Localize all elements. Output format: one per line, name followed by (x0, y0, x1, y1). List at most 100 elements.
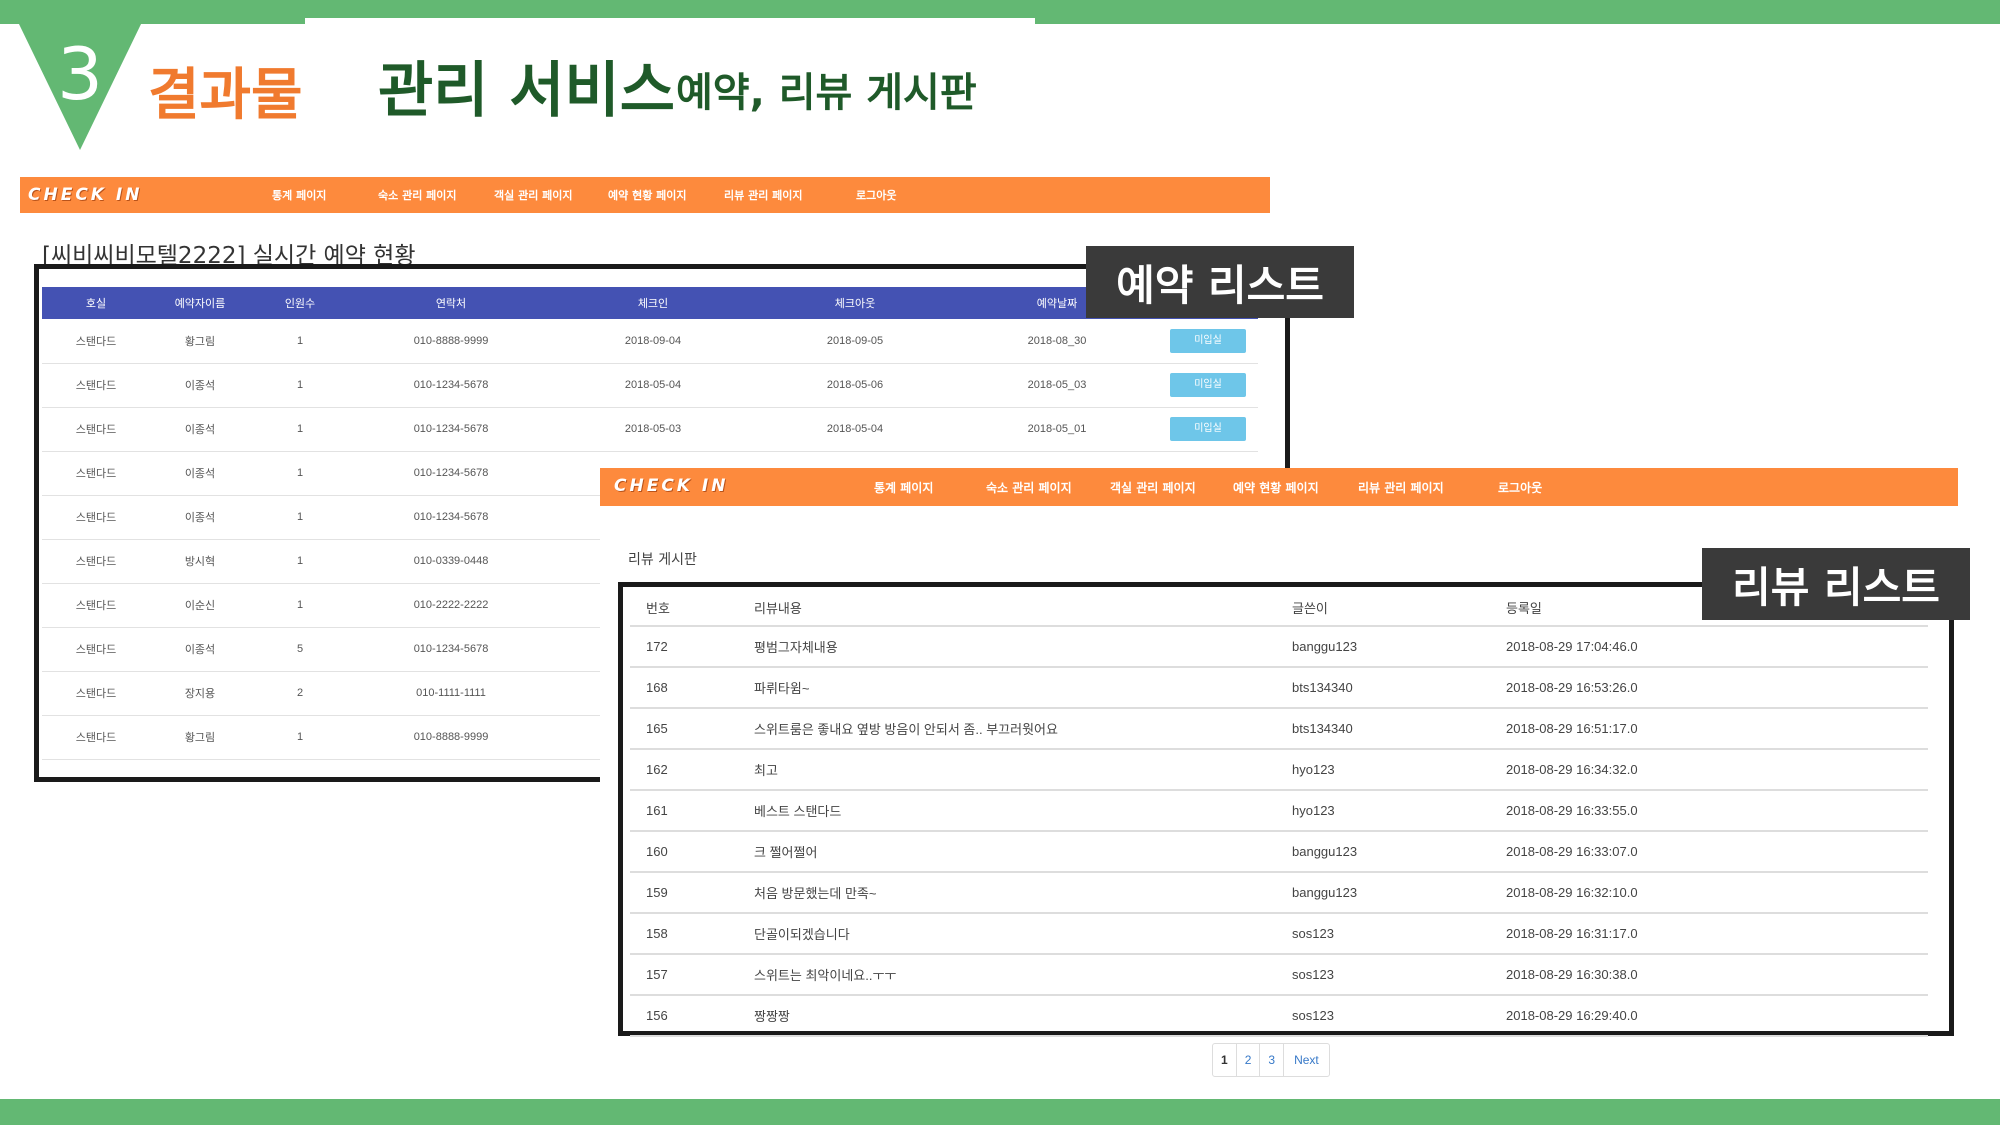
not-checked-in-button[interactable]: 미입실 (1170, 417, 1246, 441)
cell-date: 2018-08-29 16:30:38.0 (1506, 954, 1928, 996)
cell-author: sos123 (1292, 913, 1506, 955)
cell-people: 1 (250, 495, 350, 540)
cell-room: 스탠다드 (42, 363, 150, 408)
cell-date: 2018-08-29 16:51:17.0 (1506, 708, 1928, 750)
table-row[interactable]: 161 베스트 스탠다드 hyo123 2018-08-29 16:33:55.… (630, 790, 1928, 832)
nav-rooms[interactable]: 객실 관리 페이지 (1110, 479, 1196, 496)
cell-author: banggu123 (1292, 626, 1506, 668)
cell-people: 1 (250, 319, 350, 364)
table-row[interactable]: 160 크 쩔어쩔어 banggu123 2018-08-29 16:33:07… (630, 831, 1928, 873)
cell-reserved: 2018-05_01 (956, 407, 1158, 452)
cell-number: 162 (630, 749, 754, 791)
cell-author: banggu123 (1292, 831, 1506, 873)
cell-people: 1 (250, 407, 350, 452)
cell-content[interactable]: 스위트는 최악이네요..ㅜㅜ (754, 954, 1292, 996)
table-row[interactable]: 162 최고 hyo123 2018-08-29 16:34:32.0 (630, 749, 1928, 791)
cell-date: 2018-08-29 16:31:17.0 (1506, 913, 1928, 955)
col-phone: 연락처 (350, 287, 552, 319)
table-row[interactable]: 156 짱짱짱 sos123 2018-08-29 16:29:40.0 (630, 995, 1928, 1037)
reservation-navbar: CHECK IN 통계 페이지 숙소 관리 페이지 객실 관리 페이지 예약 현… (20, 177, 1270, 213)
col-people: 인원수 (250, 287, 350, 319)
cell-phone: 010-8888-9999 (350, 715, 552, 760)
cell-date: 2018-08-29 17:04:46.0 (1506, 626, 1928, 668)
page-3-link[interactable]: 3 (1260, 1044, 1285, 1076)
cell-checkout: 2018-05-04 (754, 407, 956, 452)
cell-status: 미입실 (1158, 319, 1258, 364)
not-checked-in-button[interactable]: 미입실 (1170, 328, 1246, 353)
cell-guest: 이순신 (150, 583, 250, 628)
section-kicker: 결과물 (148, 63, 303, 128)
cell-content[interactable]: 베스트 스탠다드 (754, 790, 1292, 832)
page-2-link[interactable]: 2 (1237, 1044, 1261, 1076)
nav-reviews[interactable]: 리뷰 관리 페이지 (1358, 479, 1444, 496)
cell-content[interactable]: 평범그자체내용 (754, 626, 1292, 668)
col-author: 글쓴이 (1292, 590, 1506, 627)
cell-room: 스탠다드 (42, 495, 150, 540)
table-row: 스탠다드 황그림 1 010-8888-9999 2018-09-04 2018… (42, 319, 1258, 364)
table-row[interactable]: 172 평범그자체내용 banggu123 2018-08-29 17:04:4… (630, 626, 1928, 668)
cell-people: 1 (250, 583, 350, 628)
col-checkin: 체크인 (552, 287, 754, 319)
cell-guest: 이종석 (150, 627, 250, 672)
cell-phone: 010-0339-0448 (350, 539, 552, 584)
not-checked-in-button[interactable]: 미입실 (1170, 373, 1246, 397)
nav-stats[interactable]: 통계 페이지 (272, 187, 326, 203)
cell-content[interactable]: 최고 (754, 749, 1292, 791)
cell-reserved: 2018-05_03 (956, 363, 1158, 408)
cell-status: 미입실 (1158, 363, 1258, 408)
nav-lodging[interactable]: 숙소 관리 페이지 (378, 187, 457, 203)
cell-author: sos123 (1292, 995, 1506, 1037)
table-row[interactable]: 159 처음 방문했는데 만족~ banggu123 2018-08-29 16… (630, 872, 1928, 914)
reservation-table-header: 호실 예약자이름 인원수 연락처 체크인 체크아웃 예약날짜 (42, 287, 1258, 319)
cell-number: 161 (630, 790, 754, 832)
nav-reviews[interactable]: 리뷰 관리 페이지 (724, 187, 803, 203)
table-row[interactable]: 157 스위트는 최악이네요..ㅜㅜ sos123 2018-08-29 16:… (630, 954, 1928, 996)
cell-guest: 이종석 (150, 451, 250, 496)
cell-author: bts134340 (1292, 708, 1506, 750)
cell-content[interactable]: 단골이되겠습니다 (754, 913, 1292, 955)
cell-number: 165 (630, 708, 754, 750)
nav-logout[interactable]: 로그아웃 (856, 187, 896, 203)
cell-checkin: 2018-05-04 (552, 363, 754, 408)
table-row[interactable]: 165 스위트룸은 좋내요 옆방 방음이 안되서 좀.. 부끄러웟어요 bts1… (630, 708, 1928, 750)
cell-content[interactable]: 파뤼타윔~ (754, 667, 1292, 709)
cell-content[interactable]: 짱짱짱 (754, 995, 1292, 1037)
cell-date: 2018-08-29 16:34:32.0 (1506, 749, 1928, 791)
brand-logo[interactable]: CHECK IN (28, 185, 142, 205)
cell-date: 2018-08-29 16:33:07.0 (1506, 831, 1928, 873)
cell-author: hyo123 (1292, 790, 1506, 832)
pagination: 1 2 3 Next (1212, 1043, 1330, 1077)
nav-rooms[interactable]: 객실 관리 페이지 (494, 187, 573, 203)
cell-room: 스탠다드 (42, 627, 150, 672)
table-row[interactable]: 158 단골이되겠습니다 sos123 2018-08-29 16:31:17.… (630, 913, 1928, 955)
cell-author: hyo123 (1292, 749, 1506, 791)
cell-status: 미입실 (1158, 407, 1258, 452)
brand-logo[interactable]: CHECK IN (614, 476, 728, 496)
cell-people: 5 (250, 627, 350, 672)
cell-content[interactable]: 스위트룸은 좋내요 옆방 방음이 안되서 좀.. 부끄러웟어요 (754, 708, 1292, 750)
col-number: 번호 (630, 590, 754, 627)
cell-content[interactable]: 처음 방문했는데 만족~ (754, 872, 1292, 914)
cell-number: 156 (630, 995, 754, 1037)
nav-reservations[interactable]: 예약 현황 페이지 (1233, 479, 1319, 496)
col-checkout: 체크아웃 (754, 287, 956, 319)
nav-stats[interactable]: 통계 페이지 (874, 479, 933, 496)
review-heading: 리뷰 게시판 (628, 552, 697, 568)
nav-lodging[interactable]: 숙소 관리 페이지 (986, 479, 1072, 496)
cell-room: 스탠다드 (42, 407, 150, 452)
nav-logout[interactable]: 로그아웃 (1498, 479, 1542, 496)
cell-guest: 방시혁 (150, 539, 250, 584)
nav-reservations[interactable]: 예약 현황 페이지 (608, 187, 687, 203)
cell-people: 1 (250, 539, 350, 584)
page-1-link[interactable]: 1 (1213, 1044, 1237, 1076)
next-page-link[interactable]: Next (1284, 1044, 1329, 1076)
cell-phone: 010-8888-9999 (350, 319, 552, 364)
section-number: 3 (57, 32, 103, 116)
cell-room: 스탠다드 (42, 583, 150, 628)
cell-author: sos123 (1292, 954, 1506, 996)
cell-number: 158 (630, 913, 754, 955)
table-row: 스탠다드 이종석 1 010-1234-5678 2018-05-03 2018… (42, 407, 1258, 452)
bottom-accent-bar (0, 1099, 2000, 1125)
cell-content[interactable]: 크 쩔어쩔어 (754, 831, 1292, 873)
table-row[interactable]: 168 파뤼타윔~ bts134340 2018-08-29 16:53:26.… (630, 667, 1928, 709)
